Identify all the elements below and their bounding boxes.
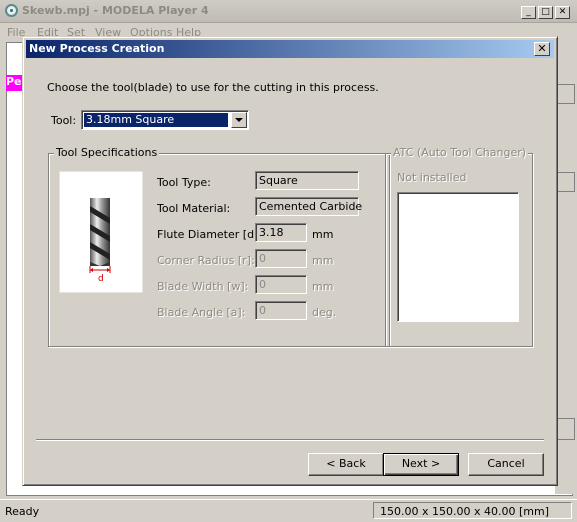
blade-angle-field: 0 <box>255 301 307 320</box>
tool-material-field: Cemented Carbide <box>255 197 362 216</box>
tool-type-field: Square <box>255 171 359 190</box>
panel-dropdown[interactable] <box>557 84 575 104</box>
chevron-down-icon[interactable] <box>231 112 247 128</box>
blade-angle-label: Blade Angle [a]: <box>157 306 246 319</box>
corner-radius-unit: mm <box>312 254 334 267</box>
panel-button-bottom[interactable] <box>557 418 575 440</box>
status-text: Ready <box>5 505 40 518</box>
tool-select-value: 3.18mm Square <box>84 113 228 127</box>
maximize-button[interactable]: □ <box>538 6 553 19</box>
main-window-title: Skewb.mpj - MODELA Player 4 <box>22 4 209 17</box>
blade-angle-unit: deg. <box>312 306 337 319</box>
dialog-close-button[interactable]: ✕ <box>534 42 550 56</box>
tool-select[interactable]: 3.18mm Square <box>81 110 249 130</box>
new-process-dialog: New Process Creation ✕ Choose the tool(b… <box>22 36 558 486</box>
blade-width-field: 0 <box>255 275 307 294</box>
diagram-d-label: d <box>98 274 104 284</box>
corner-radius-label: Corner Radius [r]: <box>157 254 255 267</box>
flute-diameter-field[interactable]: 3.18 <box>255 223 307 242</box>
status-bar: Ready 150.00 x 150.00 x 40.00 [mm] <box>0 499 577 522</box>
instruction-text: Choose the tool(blade) to use for the cu… <box>47 81 379 94</box>
app-icon <box>5 4 18 17</box>
status-dimensions: 150.00 x 150.00 x 40.00 [mm] <box>373 502 572 519</box>
corner-radius-field: 0 <box>255 249 307 268</box>
right-side-panel <box>555 42 577 494</box>
tool-label: Tool: <box>51 114 77 127</box>
end-mill-icon: d <box>89 198 111 284</box>
dialog-title: New Process Creation <box>29 42 165 55</box>
button-separator <box>36 439 544 441</box>
minimize-button[interactable]: _ <box>521 6 536 19</box>
atc-list <box>397 192 519 322</box>
blade-width-unit: mm <box>312 280 334 293</box>
next-button[interactable]: Next > <box>383 453 459 476</box>
atc-group-title: ATC (Auto Tool Changer) <box>391 146 529 159</box>
tool-diagram: d <box>59 171 143 293</box>
panel-button-top[interactable] <box>557 172 575 192</box>
main-title-bar: Skewb.mpj - MODELA Player 4 _ □ ✕ <box>0 0 577 23</box>
atc-status: Not installed <box>397 171 467 184</box>
tool-specifications-title: Tool Specifications <box>54 146 160 159</box>
tool-type-label: Tool Type: <box>157 176 211 189</box>
cancel-button[interactable]: Cancel <box>468 453 544 476</box>
back-button[interactable]: < Back <box>308 453 384 476</box>
flute-diameter-unit: mm <box>312 228 334 241</box>
flute-diameter-label: Flute Diameter [d]: <box>157 228 263 241</box>
dialog-title-bar: New Process Creation ✕ <box>26 40 554 58</box>
close-main-button[interactable]: ✕ <box>555 6 570 19</box>
blade-width-label: Blade Width [w]: <box>157 280 249 293</box>
tool-material-label: Tool Material: <box>157 202 231 215</box>
